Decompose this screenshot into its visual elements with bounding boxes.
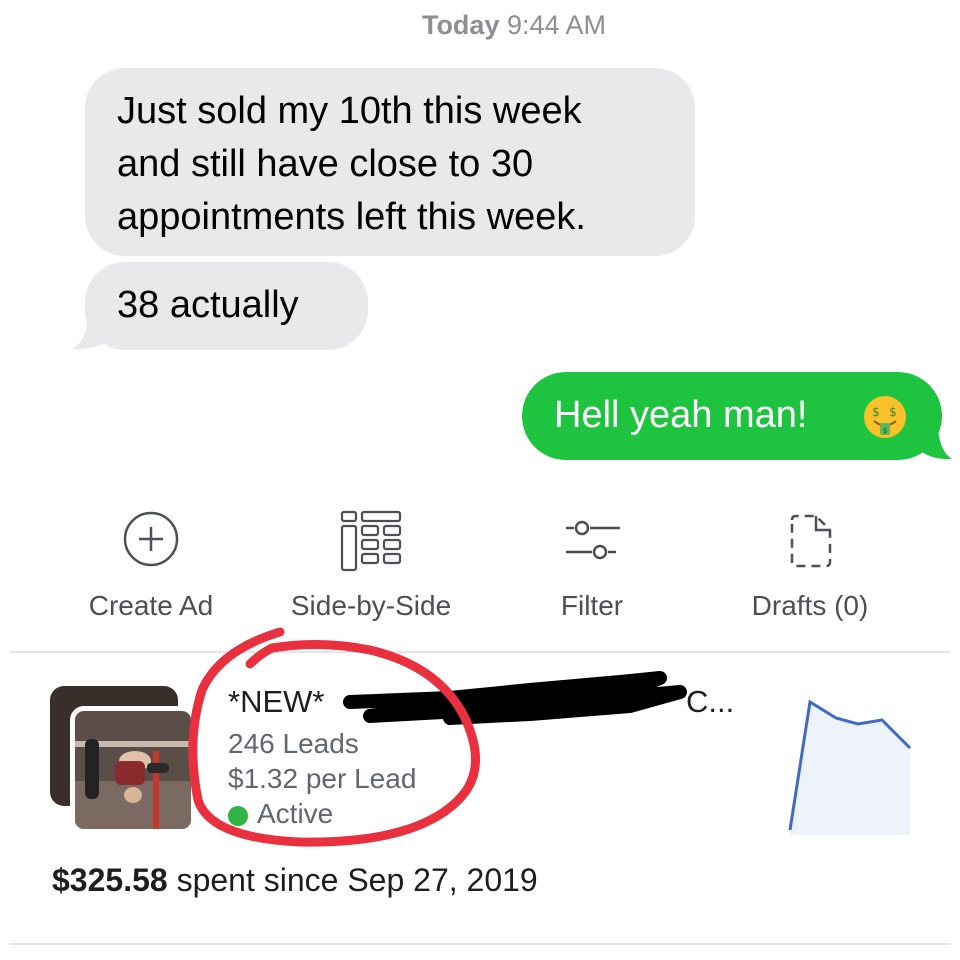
performance-sparkline [788,699,912,835]
red-circle-annotation [188,627,480,847]
create-ad-button[interactable] [122,510,180,568]
drafts-label[interactable]: Drafts (0) [752,590,869,622]
ad-spend-summary: $325.58 spent since Sep 27, 2019 [52,862,538,899]
message-line: appointments left this week. [117,196,586,238]
filter-label[interactable]: Filter [561,590,623,622]
side-by-side-button[interactable] [340,510,402,572]
filter-sliders-icon [566,520,620,560]
ad-thumbnail[interactable] [70,706,196,834]
divider [10,943,950,945]
svg-text:$: $ [882,426,887,435]
message-line: Just sold my 10th this week [117,90,582,132]
side-by-side-grid-icon [340,510,402,572]
spent-since: spent since Sep 27, 2019 [176,862,538,898]
gym-photo-image [75,711,191,829]
screenshot-page: Today 9:44 AM Just sold my 10th this wee… [0,0,960,960]
money-mouth-face-icon: $ $ $ [864,396,906,438]
side-by-side-label[interactable]: Side-by-Side [291,590,451,622]
timestamp-time: 9:44 AM [506,10,607,40]
message-timestamp: Today 9:44 AM [0,10,960,41]
ad-name-suffix: C... [686,684,735,719]
message-line: 38 actually [117,284,299,326]
spent-amount: $325.58 [52,862,168,898]
plus-circle-icon [123,511,179,567]
incoming-message-bubble[interactable]: Just sold my 10th this week and still ha… [85,68,695,256]
drafts-button[interactable] [786,510,836,572]
message-text: Hell yeah man! [554,394,808,436]
timestamp-day: Today [421,10,500,40]
svg-text:$: $ [889,405,897,419]
filter-button[interactable] [562,510,622,568]
message-line: and still have close to 30 [117,143,534,185]
create-ad-label[interactable]: Create Ad [89,590,214,622]
svg-text:$: $ [872,405,880,419]
incoming-message-bubble[interactable]: 38 actually [85,262,368,350]
draft-document-icon [790,514,832,568]
